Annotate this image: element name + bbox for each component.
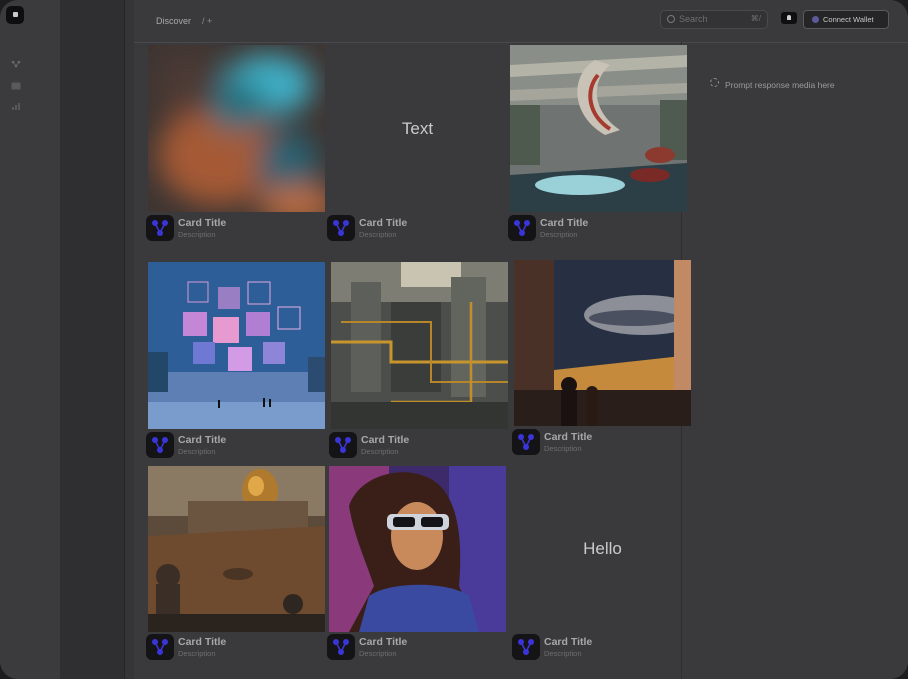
card-artwork: [514, 260, 691, 426]
card-meta: Card Title Description: [329, 432, 509, 458]
card-description: Description: [540, 230, 578, 239]
avatar-icon: [335, 437, 351, 453]
card-avatar: [512, 429, 540, 455]
breadcrumb-discover[interactable]: Discover: [156, 16, 191, 26]
breadcrumb-add[interactable]: / +: [202, 16, 212, 26]
card-meta: Card Title Description: [146, 634, 326, 660]
card-meta: Card Title Description: [508, 215, 688, 241]
image-icon[interactable]: [11, 82, 21, 90]
card-meta: Card Title Description: [327, 634, 507, 660]
avatar-icon: [518, 434, 534, 450]
network-icon[interactable]: [11, 60, 21, 68]
avatar-icon: [152, 639, 168, 655]
card-title: Card Title: [540, 217, 589, 229]
card-avatar: [508, 215, 536, 241]
response-placeholder: Prompt response media here: [725, 80, 835, 90]
card-text-content: Text: [401, 118, 434, 138]
card-image[interactable]: [329, 466, 506, 632]
card-description: Description: [544, 444, 582, 453]
card-artwork: [148, 262, 325, 429]
card-title: Card Title: [544, 431, 593, 443]
card-image[interactable]: [514, 260, 691, 426]
card-artwork: [331, 262, 508, 429]
side-panel: [60, 0, 124, 679]
avatar-icon: [333, 639, 349, 655]
card-title: Card Title: [178, 217, 227, 229]
card-description: Description: [359, 230, 397, 239]
card-description: Description: [544, 649, 582, 658]
card-avatar: [327, 215, 355, 241]
chart-icon[interactable]: [11, 102, 21, 110]
search-placeholder: Search: [679, 14, 708, 24]
card-avatar: [329, 432, 357, 458]
card-description: Description: [361, 447, 399, 456]
card-description: Description: [178, 649, 216, 658]
card-description: Description: [359, 649, 397, 658]
card-title: Card Title: [544, 636, 593, 648]
card-artwork: [329, 466, 506, 632]
card-meta: Card Title Description: [327, 215, 507, 241]
card-meta: Card Title Description: [512, 429, 692, 455]
card-artwork: [148, 45, 325, 212]
search-icon: [667, 15, 675, 23]
avatar-icon: [152, 437, 168, 453]
notification-icon[interactable]: [781, 12, 797, 24]
avatar-icon: [152, 220, 168, 236]
card-title: Card Title: [178, 434, 227, 446]
search-box[interactable]: Search ⌘/: [660, 10, 768, 29]
connect-wallet-label: Connect Wallet: [823, 15, 874, 24]
card-avatar: [146, 634, 174, 660]
main-area: Discover / + Search ⌘/ Connect Wallet Pr…: [134, 0, 908, 679]
app-logo[interactable]: [6, 6, 24, 24]
loading-icon: [710, 78, 719, 87]
card-avatar: [512, 634, 540, 660]
search-shortcut: ⌘/: [750, 14, 761, 23]
card-description: Description: [178, 447, 216, 456]
avatar-icon: [514, 220, 530, 236]
card-title: Card Title: [359, 636, 408, 648]
card-meta: Card Title Description: [146, 432, 326, 458]
card-meta: Card Title Description: [512, 634, 692, 660]
card-avatar: [327, 634, 355, 660]
card-artwork: [510, 45, 687, 212]
connect-wallet-button[interactable]: Connect Wallet: [803, 10, 889, 29]
card-artwork: [148, 466, 325, 632]
card-description: Description: [178, 230, 216, 239]
avatar-icon: [333, 220, 349, 236]
card-text-content: Hello: [583, 539, 622, 558]
card-image[interactable]: [510, 45, 687, 212]
card-avatar: [146, 432, 174, 458]
card-image[interactable]: [148, 45, 325, 212]
card-image[interactable]: [331, 262, 508, 429]
card-meta: Card Title Description: [146, 215, 326, 241]
app-window: Discover / + Search ⌘/ Connect Wallet Pr…: [0, 0, 908, 679]
card-avatar: [146, 215, 174, 241]
card-image[interactable]: [148, 466, 325, 632]
card-title: Card Title: [361, 434, 410, 446]
card-title: Card Title: [178, 636, 227, 648]
top-bar: Discover / + Search ⌘/ Connect Wallet: [134, 0, 908, 43]
card-title: Card Title: [359, 217, 408, 229]
panel-gutter: [125, 0, 134, 679]
icon-rail: [0, 0, 60, 679]
avatar-icon: [518, 639, 534, 655]
card-image[interactable]: [148, 262, 325, 429]
wallet-icon: [812, 16, 819, 23]
